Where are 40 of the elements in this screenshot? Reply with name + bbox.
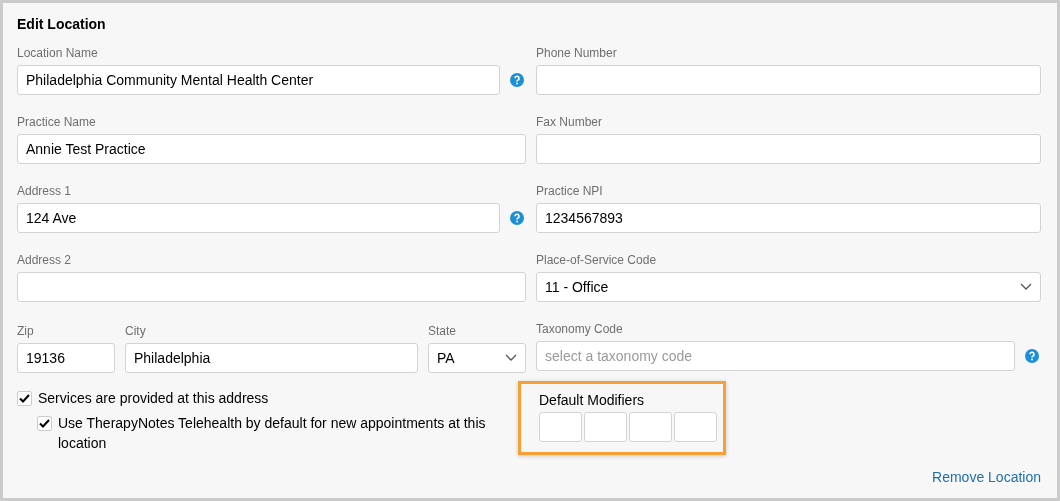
field-label: City: [125, 324, 146, 339]
select-field[interactable]: PA: [428, 343, 526, 373]
checkbox[interactable]: [17, 391, 32, 406]
caret-icon: [1020, 283, 1032, 291]
modifier-field[interactable]: [584, 412, 627, 442]
text-field[interactable]: 1234567893: [536, 203, 1041, 233]
modifier-field[interactable]: [674, 412, 717, 442]
text-field[interactable]: [17, 272, 526, 302]
caret-icon: [505, 354, 517, 362]
field-label: Address 2: [17, 253, 72, 268]
field-label: Practice Name: [17, 115, 96, 130]
text-field[interactable]: select a taxonomy code: [536, 341, 1015, 371]
help-icon[interactable]: [1025, 349, 1039, 363]
form-title: Edit Location: [17, 16, 107, 34]
field-label: Zip: [17, 324, 34, 339]
field-label: Place-of-Service Code: [536, 253, 657, 268]
field-label: Taxonomy Code: [536, 322, 623, 337]
modifier-field[interactable]: [629, 412, 672, 442]
help-icon[interactable]: [510, 73, 524, 87]
text-field[interactable]: 124 Ave: [17, 203, 500, 233]
help-icon[interactable]: [510, 211, 524, 225]
field-label: Practice NPI: [536, 184, 603, 199]
field-label: Default Modifiers: [539, 392, 646, 408]
modifier-field[interactable]: [539, 412, 582, 442]
remove-location-link[interactable]: Remove Location: [932, 469, 1041, 485]
checkbox-label: Use TherapyNotes Telehealth by default for new appointments at this location: [58, 414, 487, 453]
checkbox[interactable]: [37, 416, 52, 431]
checkbox-label: Services are provided at this address: [38, 389, 269, 408]
field-label: Fax Number: [536, 115, 603, 130]
field-label: Phone Number: [536, 46, 617, 61]
text-field[interactable]: [536, 65, 1041, 95]
text-field[interactable]: Philadelphia: [125, 343, 418, 373]
text-field[interactable]: Annie Test Practice: [17, 134, 526, 164]
field-label: Location Name: [17, 46, 98, 61]
text-field[interactable]: 19136: [17, 343, 115, 373]
field-label: Address 1: [17, 184, 72, 199]
field-label: State: [428, 324, 457, 339]
text-field[interactable]: Philadelphia Community Mental Health Center: [17, 65, 500, 95]
text-field[interactable]: [536, 134, 1041, 164]
select-field[interactable]: 11 - Office: [536, 272, 1041, 302]
